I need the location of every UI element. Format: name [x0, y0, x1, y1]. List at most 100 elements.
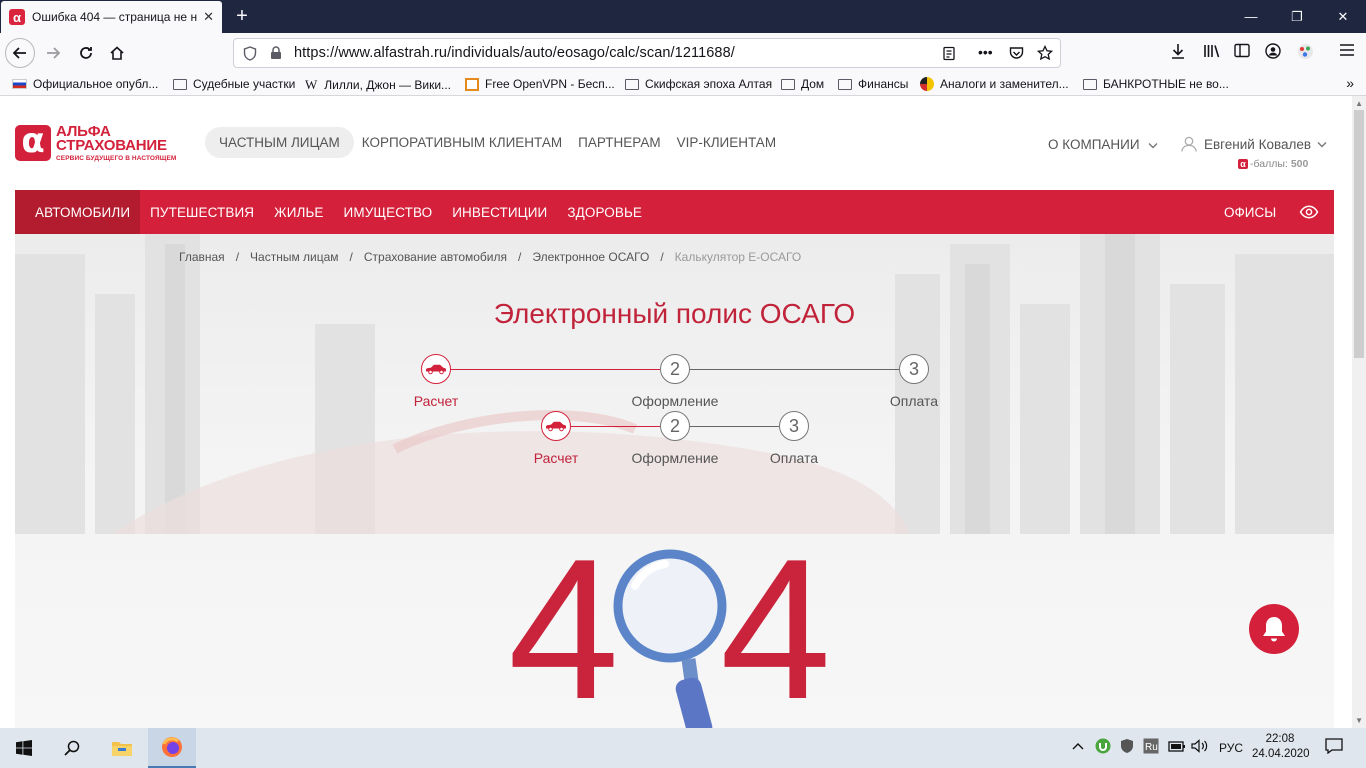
tab-title: Ошибка 404 — страница не на [32, 10, 197, 24]
utorrent-tray-icon[interactable] [1095, 738, 1111, 757]
step-connector [690, 369, 899, 370]
browser-tab-active[interactable]: α Ошибка 404 — страница не на ✕ [1, 1, 222, 33]
bookmark-item[interactable]: Free OpenVPN - Бесп... [465, 77, 615, 91]
top-menu-partners[interactable]: ПАРТНЕРАМ [570, 135, 668, 150]
step-2-circle: 2 [660, 354, 690, 384]
step-3-circle: 3 [899, 354, 929, 384]
reload-button[interactable] [71, 38, 101, 68]
window-minimize-button[interactable]: — [1228, 0, 1274, 33]
bookmark-item[interactable]: Судебные участки [173, 77, 295, 91]
nav-travel[interactable]: ПУТЕШЕСТВИЯ [140, 190, 264, 234]
folder-icon [838, 78, 852, 90]
breadcrumb-current: Калькулятор Е-ОСАГО [674, 250, 802, 264]
nav-property[interactable]: ИМУЩЕСТВО [334, 190, 443, 234]
step-1-label: Расчет [413, 393, 459, 409]
company-menu-label: О КОМПАНИИ [1048, 137, 1140, 152]
company-menu[interactable]: О КОМПАНИИ [1048, 137, 1158, 152]
alfa-logo-icon: α [15, 124, 51, 161]
step-connector [451, 369, 660, 370]
alfastrah-logo[interactable]: α АЛЬФА СТРАХОВАНИЕ СЕРВИС БУДУЩЕГО В НА… [15, 124, 177, 162]
car-icon [426, 364, 446, 375]
bookmark-item[interactable]: Дом [781, 77, 824, 91]
bookmark-label: Free OpenVPN - Бесп... [485, 77, 615, 91]
page-actions-icon[interactable]: ••• [978, 44, 993, 60]
page-scrollbar[interactable]: ▲ ▼ [1352, 96, 1366, 728]
top-menu-private[interactable]: ЧАСТНЫМ ЛИЦАМ [205, 126, 354, 158]
library-icon[interactable] [1203, 43, 1221, 59]
volume-tray-icon[interactable] [1191, 739, 1209, 756]
tab-close-icon[interactable]: ✕ [203, 9, 214, 25]
step-2-label-compact: Оформление [631, 450, 719, 466]
wikipedia-icon: W [305, 77, 318, 92]
reader-view-icon[interactable] [942, 46, 956, 61]
breadcrumb-eosago[interactable]: Электронное ОСАГО [532, 250, 649, 264]
bookmark-star-icon[interactable] [1037, 45, 1053, 61]
nav-cars[interactable]: АВТОМОБИЛИ [15, 190, 141, 234]
back-button[interactable] [5, 38, 35, 68]
security-shield-tray-icon[interactable] [1120, 738, 1134, 757]
bookmark-item[interactable]: W Лилли, Джон — Вики... [305, 77, 451, 93]
clock-date: 24.04.2020 [1252, 748, 1310, 760]
battery-tray-icon[interactable] [1168, 739, 1186, 756]
bookmark-item[interactable]: Официальное опубл... [12, 77, 158, 91]
nav-offices[interactable]: ОФИСЫ [1224, 190, 1276, 234]
breadcrumb-car-insurance[interactable]: Страхование автомобиля [364, 250, 507, 264]
lock-icon[interactable] [270, 46, 282, 60]
eye-icon[interactable] [1299, 203, 1319, 221]
folder-icon [625, 78, 639, 90]
notification-bell-button[interactable] [1249, 604, 1299, 654]
svg-text:Ru: Ru [1145, 742, 1158, 753]
vpn-icon [465, 77, 479, 91]
taskbar-clock[interactable]: 22:08 24.04.2020 [1252, 732, 1310, 762]
forward-button[interactable] [38, 38, 68, 68]
window-close-button[interactable]: ✕ [1320, 0, 1366, 33]
breadcrumb-home[interactable]: Главная [179, 250, 225, 264]
input-language-indicator[interactable]: РУС [1219, 741, 1243, 755]
bookmark-item[interactable]: Финансы [838, 77, 908, 91]
menu-hamburger-icon[interactable] [1339, 43, 1355, 57]
tab-favicon-icon: α [9, 9, 25, 25]
bookmark-label: Аналоги и заменител... [940, 77, 1069, 91]
points-value: 500 [1290, 158, 1309, 170]
bookmark-item[interactable]: Аналоги и заменител... [920, 77, 1069, 91]
step-connector [571, 426, 660, 427]
bookmark-label: Финансы [858, 77, 909, 91]
account-icon[interactable] [1265, 43, 1281, 59]
url-text[interactable]: https://www.alfastrah.ru/individuals/aut… [294, 45, 735, 61]
nav-investments[interactable]: ИНВЕСТИЦИИ [442, 190, 557, 234]
start-button[interactable] [0, 728, 48, 768]
search-button[interactable] [48, 728, 96, 768]
breadcrumb-private[interactable]: Частным лицам [250, 250, 339, 264]
pocket-icon[interactable] [1009, 46, 1024, 60]
scrollbar-thumb[interactable] [1354, 110, 1364, 358]
tracking-protection-icon[interactable] [243, 46, 257, 61]
folder-icon [173, 78, 187, 90]
breadcrumb-separator: / [660, 250, 664, 264]
new-tab-button[interactable]: + [232, 5, 252, 27]
nav-health[interactable]: ЗДОРОВЬЕ [557, 190, 652, 234]
punto-switcher-tray-icon[interactable]: Ru [1143, 738, 1159, 757]
tray-overflow-chevron-icon[interactable] [1072, 739, 1084, 753]
magnifier-icon [613, 549, 727, 728]
scroll-up-arrow-icon[interactable]: ▲ [1355, 99, 1363, 108]
firefox-taskbar-button[interactable] [148, 728, 196, 768]
downloads-icon[interactable] [1170, 43, 1186, 60]
sidebar-icon[interactable] [1234, 43, 1250, 58]
bookmark-item[interactable]: Скифская эпоха Алтая [625, 77, 772, 91]
address-bar[interactable]: https://www.alfastrah.ru/individuals/aut… [233, 38, 1061, 68]
extension-icon[interactable] [1297, 43, 1314, 60]
bookmarks-more-chevron-icon[interactable]: » [1346, 75, 1354, 91]
action-center-icon[interactable] [1325, 738, 1343, 757]
user-menu[interactable]: Евгений Ковалев [1180, 136, 1327, 152]
bookmark-item[interactable]: БАНКРОТНЫЕ не во... [1083, 77, 1229, 91]
breadcrumb-separator: / [349, 250, 353, 264]
logo-slogan: СЕРВИС БУДУЩЕГО В НАСТОЯЩЕМ [56, 155, 177, 162]
nav-housing[interactable]: ЖИЛЬЕ [264, 190, 333, 234]
file-explorer-button[interactable] [98, 728, 146, 768]
window-restore-button[interactable]: ❐ [1274, 0, 1320, 33]
top-menu-vip[interactable]: VIP-КЛИЕНТАМ [669, 135, 784, 150]
points-label: -баллы: [1250, 158, 1288, 170]
top-menu-corporate[interactable]: КОРПОРАТИВНЫМ КЛИЕНТАМ [354, 135, 570, 150]
scroll-down-arrow-icon[interactable]: ▼ [1355, 716, 1363, 725]
home-button[interactable] [102, 38, 132, 68]
